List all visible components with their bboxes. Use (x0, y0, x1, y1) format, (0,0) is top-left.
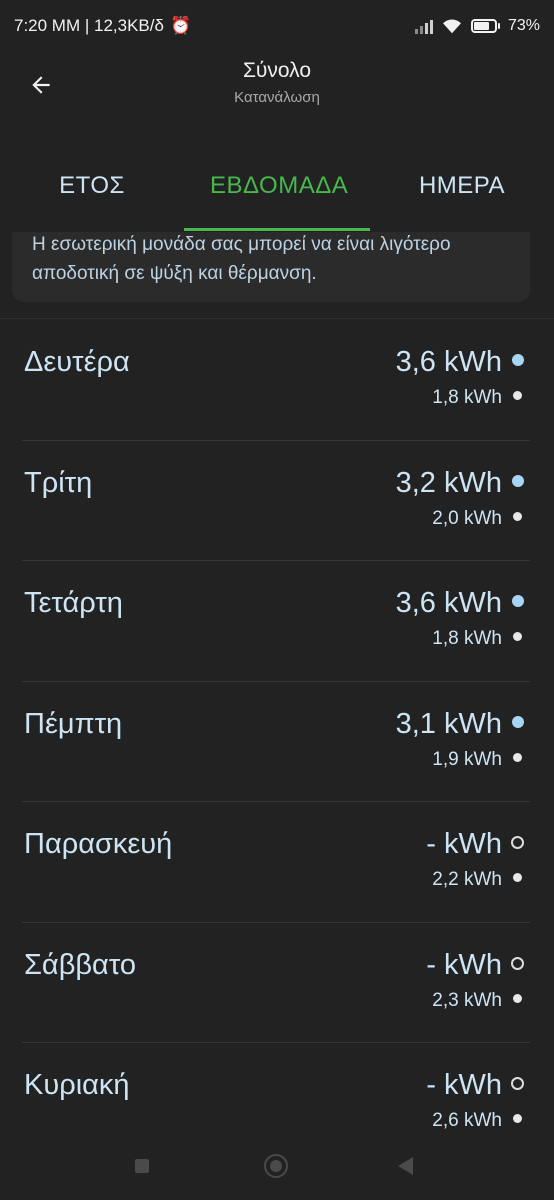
comparison-dot-icon (513, 993, 522, 1003)
comparison-dot-icon (513, 391, 522, 400)
consumption-value: - kWh (426, 828, 502, 860)
comparison-value: 1,9 kWh (432, 748, 502, 770)
tab-indicator (184, 228, 370, 231)
list-item[interactable]: Τετάρτη 3,6 kWh 1,8 kWh (0, 561, 554, 682)
series-dot-icon (512, 595, 524, 607)
comparison-value: 1,8 kWh (432, 628, 502, 649)
tab-week-label: ΕΒΔΟΜΑΔΑ (210, 172, 349, 199)
battery-icon (470, 19, 500, 33)
series-dot-icon (512, 474, 524, 487)
divider (0, 318, 554, 319)
comparison-value: 2,0 kWh (432, 507, 502, 529)
signal-icon (414, 18, 433, 34)
comparison-dot-icon (513, 1114, 522, 1123)
page-title: Σύνολο (242, 59, 312, 82)
tab-year[interactable]: ΕΤΟΣ (0, 140, 184, 232)
comparison-dot-icon (513, 511, 522, 521)
comparison-value: 2,3 kWh (432, 989, 502, 1011)
list-item[interactable]: Σάββατο - kWh 2,3 kWh (0, 923, 554, 1043)
home-icon[interactable] (264, 1154, 288, 1178)
consumption-value: - kWh (426, 1069, 502, 1101)
day-name: Τρίτη (24, 466, 93, 499)
series-dot-empty-icon (511, 1077, 524, 1090)
alarm-icon: ⏰ (169, 16, 192, 35)
comparison-dot-icon (513, 752, 522, 762)
status-time: 7:20 ΜΜ | 12,3KB/δ (14, 16, 164, 35)
status-bar: 7:20 ΜΜ | 12,3KB/δ ⏰ 73% (0, 0, 554, 52)
period-tabs: ΕΤΟΣ ΕΒΔΟΜΑΔΑ ΗΜΕΡΑ (0, 140, 554, 232)
tab-year-label: ΕΤΟΣ (59, 172, 125, 199)
app-bar: Σύνολο Κατανάλωση (0, 52, 554, 122)
nav-back-icon[interactable] (398, 1157, 413, 1175)
tab-week[interactable]: ΕΒΔΟΜΑΔΑ (184, 140, 370, 232)
list-item[interactable]: Παρασκευή - kWh 2,2 kWh (0, 802, 554, 923)
consumption-value: 3,6 kWh (395, 346, 502, 378)
series-dot-empty-icon (511, 836, 524, 849)
comparison-value: 2,2 kWh (432, 869, 502, 890)
series-dot-icon (512, 715, 524, 728)
day-name: Παρασκευή (24, 828, 173, 860)
list-item[interactable]: Τρίτη 3,2 kWh 2,0 kWh (0, 441, 554, 561)
title-block: Σύνολο Κατανάλωση (0, 59, 554, 106)
battery-percent: 73% (507, 17, 540, 34)
list-item[interactable]: Πέμπτη 3,1 kWh 1,9 kWh (0, 682, 554, 802)
day-name: Πέμπτη (24, 707, 123, 740)
wifi-icon (442, 19, 461, 34)
series-dot-icon (512, 354, 524, 366)
comparison-value: 2,6 kWh (432, 1110, 502, 1131)
day-list: Δευτέρα 3,6 kWh 1,8 kWh Τρίτη 3,2 kWh 2,… (0, 320, 554, 1164)
system-nav-bar (0, 1145, 554, 1190)
consumption-value: 3,2 kWh (395, 466, 502, 499)
info-text: Η εσωτερική μονάδα σας μπορεί να είναι λ… (32, 234, 451, 284)
list-item[interactable]: Δευτέρα 3,6 kWh 1,8 kWh (0, 320, 554, 441)
comparison-dot-icon (513, 632, 522, 641)
comparison-value: 1,8 kWh (432, 387, 502, 408)
consumption-value: 3,6 kWh (395, 587, 502, 619)
day-name: Τετάρτη (24, 587, 123, 619)
day-name: Κυριακή (24, 1069, 130, 1101)
tab-day-label: ΗΜΕΡΑ (418, 172, 506, 199)
tab-day[interactable]: ΗΜΕΡΑ (370, 140, 554, 232)
comparison-dot-icon (513, 873, 522, 882)
page-subtitle: Κατανάλωση (234, 89, 320, 106)
day-name: Δευτέρα (24, 346, 130, 378)
consumption-value: 3,1 kWh (395, 707, 502, 740)
recents-icon[interactable] (135, 1159, 149, 1173)
status-left: 7:20 ΜΜ | 12,3KB/δ ⏰ (14, 16, 191, 36)
consumption-value: - kWh (426, 948, 502, 981)
status-right: 73% (414, 17, 540, 35)
day-name: Σάββατο (24, 948, 136, 981)
series-dot-empty-icon (511, 956, 524, 970)
